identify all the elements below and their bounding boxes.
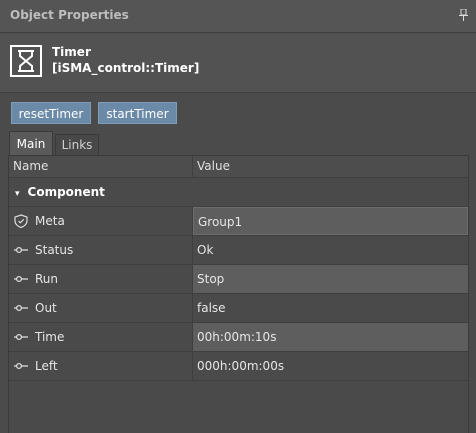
grid-header-row: Name Value [9, 156, 468, 178]
property-name: Out [9, 294, 193, 322]
property-value[interactable]: Stop [193, 265, 468, 293]
object-header: Timer [iSMA_control::Timer] [0, 33, 476, 93]
property-label: Status [35, 243, 74, 257]
section-row-component[interactable]: ▾ Component [9, 178, 468, 207]
property-row-out[interactable]: Out false [9, 294, 468, 323]
property-value[interactable]: Ok [193, 236, 468, 264]
chevron-down-icon[interactable]: ▾ [15, 189, 20, 199]
start-timer-button[interactable]: startTimer [98, 102, 177, 124]
property-grid: Name Value ▾ Component Meta Group1 Statu… [8, 155, 469, 433]
property-label: Meta [35, 214, 65, 228]
panel-title: Object Properties [10, 8, 129, 22]
hourglass-icon [10, 45, 42, 77]
property-row-left[interactable]: Left 000h:00m:00s [9, 352, 468, 381]
property-row-status[interactable]: Status Ok [9, 236, 468, 265]
column-header-value[interactable]: Value [193, 156, 468, 177]
pin-icon[interactable] [459, 9, 468, 21]
property-value[interactable]: Group1 [193, 207, 468, 235]
property-row-time[interactable]: Time 00h:00m:10s [9, 323, 468, 352]
property-label: Left [35, 359, 58, 373]
property-name: Meta [9, 207, 193, 235]
slot-icon [14, 304, 28, 312]
property-row-meta[interactable]: Meta Group1 [9, 207, 468, 236]
panel-title-bar: Object Properties [0, 0, 476, 33]
property-name: Time [9, 323, 193, 351]
slot-icon [14, 362, 28, 370]
reset-timer-button[interactable]: resetTimer [11, 102, 91, 124]
property-name: Run [9, 265, 193, 293]
property-value[interactable]: false [193, 294, 468, 322]
property-value[interactable]: 00h:00m:10s [193, 323, 468, 351]
property-name: Left [9, 352, 193, 380]
column-header-name[interactable]: Name [9, 156, 193, 177]
property-label: Run [35, 272, 59, 286]
property-row-run[interactable]: Run Stop [9, 265, 468, 294]
property-label: Out [35, 301, 57, 315]
property-label: Time [35, 330, 65, 344]
tab-main[interactable]: Main [9, 131, 53, 155]
object-properties-panel: Object Properties Timer [iSMA_control::T… [0, 0, 476, 433]
section-component: ▾ Component [15, 178, 105, 208]
object-name: Timer [52, 45, 91, 59]
property-name: Status [9, 236, 193, 264]
shield-icon [14, 214, 28, 228]
property-value[interactable]: 000h:00m:00s [193, 352, 468, 380]
slot-icon [14, 246, 28, 254]
section-label: Component [27, 185, 105, 199]
slot-icon [14, 275, 28, 283]
slot-icon [14, 333, 28, 341]
object-type: [iSMA_control::Timer] [52, 61, 200, 75]
tab-links[interactable]: Links [55, 134, 99, 155]
